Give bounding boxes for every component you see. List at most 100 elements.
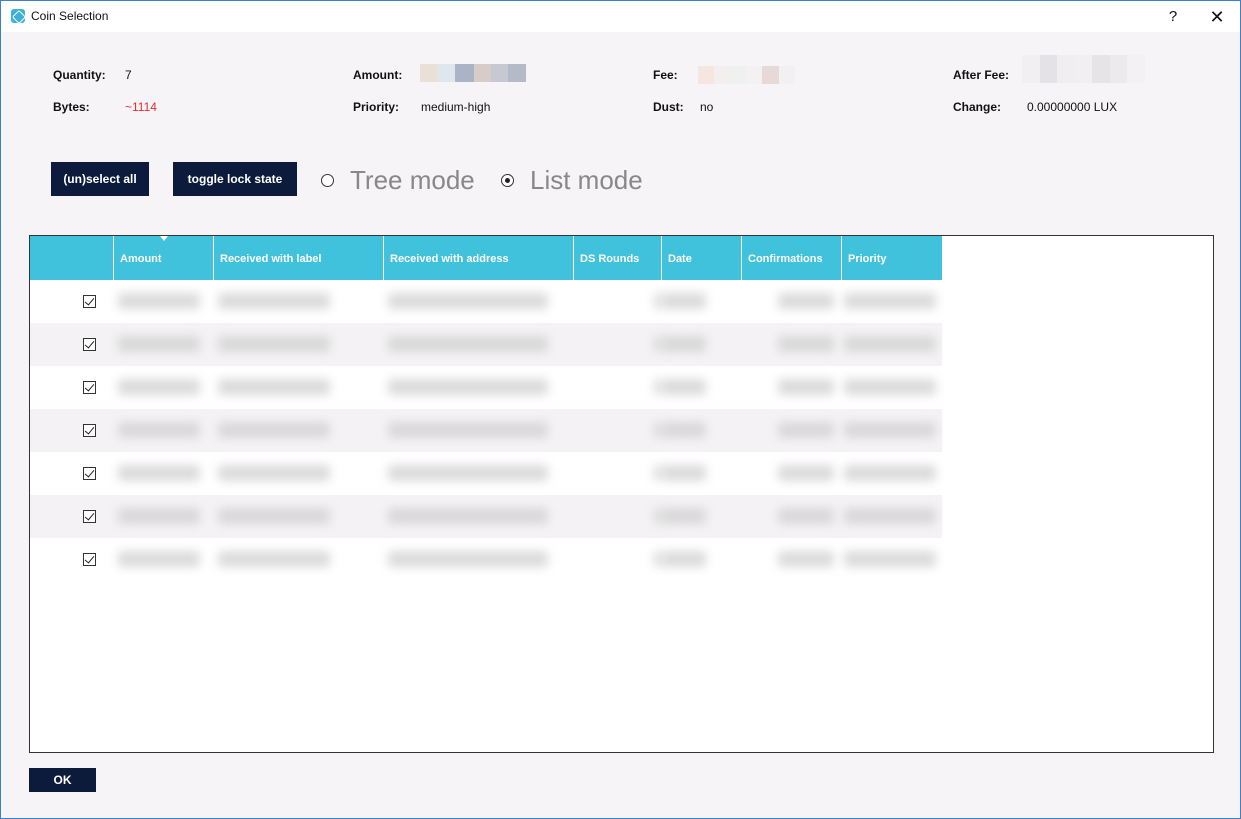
redacted-blur — [778, 293, 834, 309]
row-checkbox[interactable] — [83, 467, 96, 480]
column-header-amount[interactable]: Amount — [114, 236, 214, 280]
table-cell-redacted — [214, 495, 384, 538]
redacted-blur — [654, 465, 662, 481]
redacted-blur — [654, 551, 662, 567]
redacted-blur — [662, 379, 706, 395]
after-fee-value-masked — [1022, 55, 1145, 83]
after-fee-label: After Fee: — [953, 68, 1010, 82]
column-header-ds-rounds[interactable]: DS Rounds — [574, 236, 662, 280]
row-checkbox[interactable] — [83, 338, 96, 351]
column-header-address-text: Received with address — [390, 253, 509, 265]
table-cell-redacted — [384, 409, 574, 452]
tree-mode-radio[interactable]: Tree mode — [321, 165, 475, 196]
sort-descending-icon — [160, 236, 168, 241]
column-header-priority[interactable]: Priority — [842, 236, 942, 280]
redacted-blur — [218, 465, 330, 481]
redacted-blur — [388, 551, 548, 567]
redacted-blur — [778, 465, 834, 481]
list-mode-radio-indicator[interactable] — [501, 174, 514, 187]
redacted-blur — [218, 293, 330, 309]
row-checkbox-cell — [30, 452, 114, 495]
column-header-checkbox[interactable] — [30, 236, 114, 280]
row-checkbox[interactable] — [83, 295, 96, 308]
quantity-value: 7 — [125, 68, 132, 82]
table-row[interactable] — [30, 409, 942, 452]
redacted-blur — [662, 508, 706, 524]
column-header-date[interactable]: Date — [662, 236, 742, 280]
list-mode-radio[interactable]: List mode — [501, 165, 643, 196]
fee-label: Fee: — [653, 68, 678, 82]
row-checkbox[interactable] — [83, 424, 96, 437]
help-button[interactable]: ? — [1163, 5, 1183, 29]
dust-value: no — [700, 100, 714, 114]
redacted-blur — [218, 551, 330, 567]
unselect-all-button[interactable]: (un)select all — [51, 162, 149, 196]
redacted-blur — [662, 551, 706, 567]
table-cell-redacted — [842, 366, 942, 409]
list-mode-label: List mode — [530, 165, 643, 195]
row-checkbox[interactable] — [83, 553, 96, 566]
table-row[interactable] — [30, 452, 942, 495]
row-checkbox-cell — [30, 495, 114, 538]
redacted-blur — [778, 379, 834, 395]
column-header-confirmations-text: Confirmations — [748, 253, 823, 265]
column-header-ds-rounds-text: DS Rounds — [580, 253, 640, 265]
redacted-blur — [218, 336, 330, 352]
redacted-blur — [118, 551, 200, 567]
table-cell-redacted — [384, 280, 574, 323]
coin-table[interactable]: Amount Received with label Received with… — [29, 235, 1214, 753]
priority-value: medium-high — [421, 100, 491, 114]
close-button[interactable]: ✕ — [1205, 5, 1229, 29]
change-label: Change: — [953, 100, 1001, 114]
table-cell-redacted — [842, 280, 942, 323]
redacted-blur — [844, 551, 936, 567]
tree-mode-label: Tree mode — [350, 165, 475, 195]
table-row[interactable] — [30, 538, 942, 581]
redacted-blur — [388, 465, 548, 481]
table-cell-redacted — [114, 452, 214, 495]
row-checkbox[interactable] — [83, 381, 96, 394]
table-cell-redacted — [662, 538, 742, 581]
table-cell-redacted — [574, 495, 662, 538]
dust-label: Dust: — [653, 100, 684, 114]
redacted-blur — [844, 422, 936, 438]
column-header-label: Amount — [120, 253, 162, 265]
column-header-address[interactable]: Received with address — [384, 236, 574, 280]
row-checkbox-cell — [30, 323, 114, 366]
table-body — [30, 280, 942, 581]
table-cell-redacted — [114, 409, 214, 452]
ok-button[interactable]: OK — [29, 768, 96, 792]
amount-value-masked — [420, 64, 526, 82]
column-header-confirmations[interactable]: Confirmations — [742, 236, 842, 280]
table-cell-redacted — [842, 538, 942, 581]
tree-mode-radio-indicator[interactable] — [321, 174, 334, 187]
table-cell-redacted — [842, 323, 942, 366]
window-title: Coin Selection — [31, 9, 109, 23]
table-header: Amount Received with label Received with… — [30, 236, 942, 280]
table-cell-redacted — [384, 366, 574, 409]
table-cell-redacted — [214, 366, 384, 409]
table-cell-redacted — [574, 409, 662, 452]
table-row[interactable] — [30, 366, 942, 409]
table-row[interactable] — [30, 495, 942, 538]
table-cell-redacted — [742, 452, 842, 495]
table-cell-redacted — [214, 280, 384, 323]
table-cell-redacted — [574, 280, 662, 323]
redacted-blur — [654, 293, 662, 309]
priority-label: Priority: — [353, 100, 400, 114]
table-cell-redacted — [114, 323, 214, 366]
redacted-blur — [388, 422, 548, 438]
row-checkbox-cell — [30, 538, 114, 581]
table-row[interactable] — [30, 280, 942, 323]
table-row[interactable] — [30, 323, 942, 366]
column-header-label[interactable]: Received with label — [214, 236, 384, 280]
redacted-blur — [654, 336, 662, 352]
toggle-lock-state-button[interactable]: toggle lock state — [173, 162, 297, 196]
row-checkbox[interactable] — [83, 510, 96, 523]
redacted-blur — [118, 293, 200, 309]
table-cell-redacted — [114, 280, 214, 323]
table-cell-redacted — [662, 280, 742, 323]
redacted-blur — [388, 508, 548, 524]
redacted-blur — [662, 293, 706, 309]
table-cell-redacted — [742, 323, 842, 366]
